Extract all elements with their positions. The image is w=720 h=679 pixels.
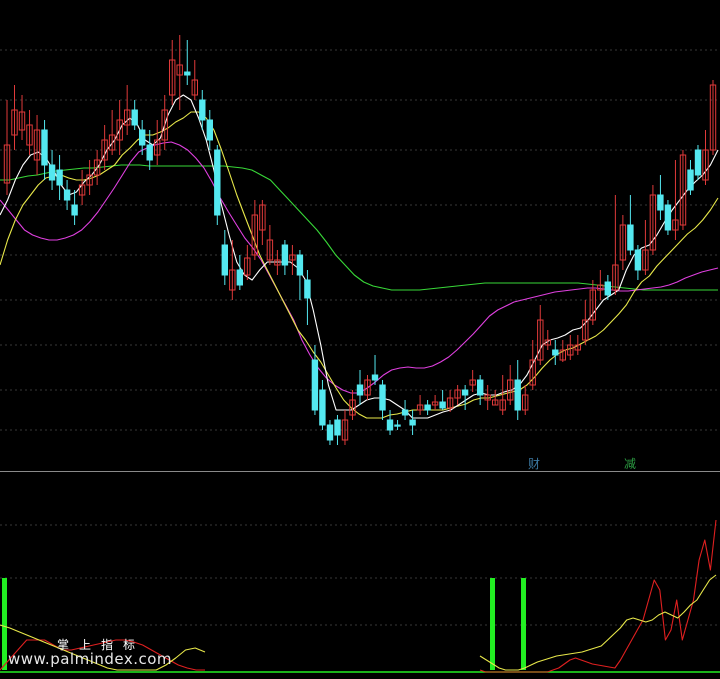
candle-body-down <box>63 189 71 201</box>
signal-bar <box>2 578 7 670</box>
candle-body-down <box>48 164 56 181</box>
candle-body-down <box>694 149 702 176</box>
candle-body-down <box>319 389 326 426</box>
candle-body-down <box>634 249 642 271</box>
candle-body-down <box>664 204 672 231</box>
candle-body-down <box>41 129 48 166</box>
candle-body-down <box>439 401 446 409</box>
candle-body-down <box>401 409 409 416</box>
candle-body-down <box>221 244 229 276</box>
candle-body-down <box>281 244 289 266</box>
candle-body-down <box>514 379 521 411</box>
candle-body-down <box>334 419 341 436</box>
candle-body-down <box>139 129 146 146</box>
candle-body-down <box>386 419 394 431</box>
candle-body-down <box>214 149 221 216</box>
candle-body-down <box>146 144 153 161</box>
candle-body-down <box>394 424 401 427</box>
signal-bar <box>490 578 495 670</box>
stock-chart: 财减 <box>0 0 720 679</box>
candle-body-down <box>356 384 364 396</box>
marker-label: 财 <box>528 457 540 471</box>
candle-body-down <box>461 389 469 396</box>
signal-bar <box>521 578 526 670</box>
candle-body-down <box>409 419 416 426</box>
candle-body-down <box>379 384 386 411</box>
candle-body-down <box>627 224 634 251</box>
candle-body-down <box>604 281 611 296</box>
candle-body-down <box>477 379 484 396</box>
candle-body-down <box>687 169 694 191</box>
candle-body-down <box>71 204 78 216</box>
watermark-site: www.palmindex.com <box>8 650 173 668</box>
candle-body-down <box>236 269 244 286</box>
candle-body-down <box>296 254 304 276</box>
candle-body-down <box>206 119 214 141</box>
candle-body-down <box>326 424 334 441</box>
candle-body-down <box>56 169 63 186</box>
candle-body-down <box>657 194 664 211</box>
candle-body-down <box>304 279 311 299</box>
candle-body-down <box>184 71 191 76</box>
candle-body-down <box>311 359 319 411</box>
candle-body-down <box>371 374 379 381</box>
candle-body-down <box>199 99 206 121</box>
marker-label: 减 <box>624 457 636 471</box>
candle-body-down <box>424 404 431 411</box>
candle-body-down <box>552 349 559 356</box>
candle-body-down <box>131 109 138 126</box>
